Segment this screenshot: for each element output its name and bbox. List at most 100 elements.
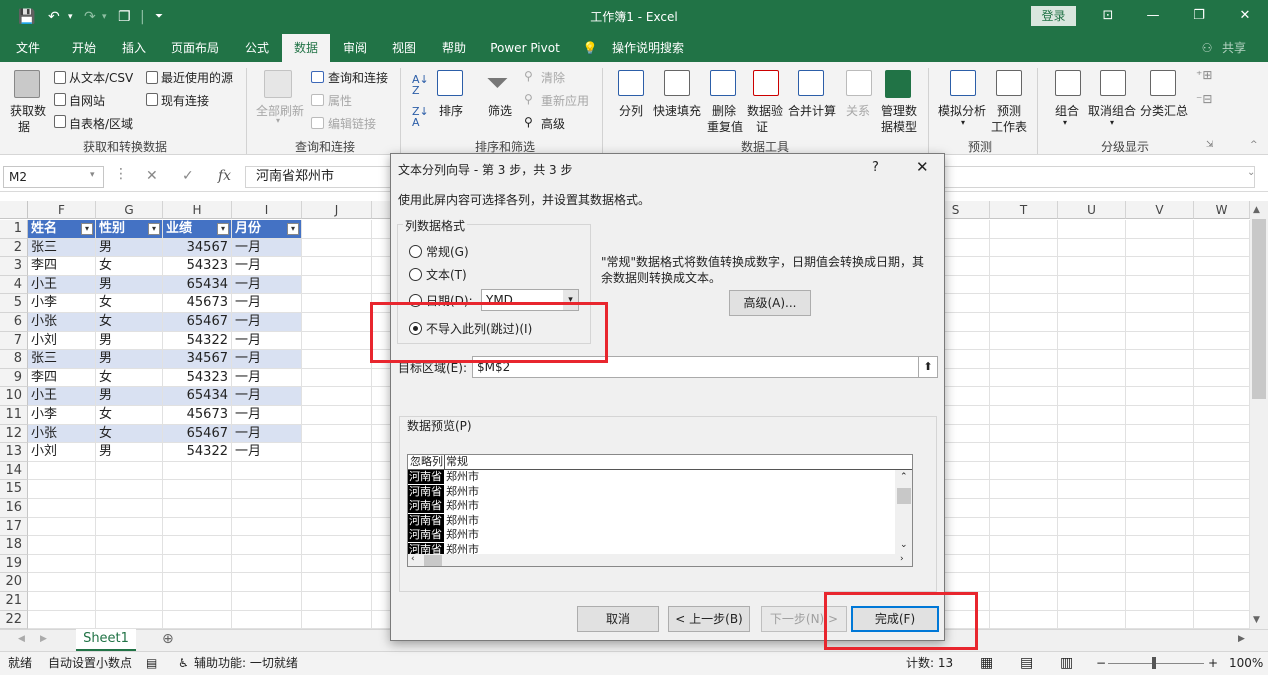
cell[interactable] — [990, 238, 1058, 258]
cell[interactable] — [232, 499, 302, 518]
row-header[interactable]: 8 — [0, 350, 28, 369]
text-to-columns-button[interactable]: 分列 — [619, 102, 643, 119]
save-icon[interactable]: 💾 — [18, 7, 35, 27]
table-cell[interactable]: 李四 — [28, 368, 96, 388]
cell[interactable] — [1194, 406, 1250, 425]
tab-help[interactable]: 帮助 — [434, 34, 474, 62]
cell[interactable] — [1194, 573, 1250, 592]
close-icon[interactable]: ✕ — [1235, 6, 1255, 26]
table-cell[interactable]: 男 — [96, 350, 163, 369]
table-cell[interactable]: 女 — [96, 257, 163, 276]
cell[interactable] — [96, 573, 163, 592]
flash-fill-button[interactable]: 快速填充 — [653, 102, 701, 119]
preview-scroll-right-icon[interactable]: › — [900, 554, 904, 564]
from-text-csv-button[interactable]: 从文本/CSV — [69, 69, 133, 86]
column-header[interactable]: V — [1126, 201, 1194, 219]
table-cell[interactable]: 一月 — [232, 275, 302, 295]
filter-dropdown-icon[interactable]: ▾ — [287, 223, 299, 235]
manage-data-model-button[interactable]: 管理数 — [881, 102, 917, 119]
table-cell[interactable]: 一月 — [232, 350, 302, 369]
cell[interactable] — [1194, 238, 1250, 258]
queries-connections-button[interactable]: 查询和连接 — [328, 69, 388, 86]
table-cell[interactable]: 54323 — [163, 368, 232, 388]
table-cell[interactable]: 小刘 — [28, 331, 96, 351]
redo-dropdown-icon[interactable]: ▾ — [102, 7, 107, 27]
undo-dropdown-icon[interactable]: ▾ — [68, 7, 73, 27]
cell[interactable] — [1194, 368, 1250, 388]
table-cell[interactable]: 小张 — [28, 313, 96, 332]
table-cell[interactable]: 54323 — [163, 257, 232, 276]
cell[interactable] — [1126, 331, 1194, 351]
cell[interactable] — [302, 406, 372, 425]
cell[interactable] — [1126, 461, 1194, 481]
from-table-button[interactable]: 自表格/区域 — [69, 115, 133, 132]
cell[interactable] — [96, 554, 163, 574]
table-cell[interactable]: 张三 — [28, 350, 96, 369]
cell[interactable] — [1126, 350, 1194, 369]
cell[interactable] — [990, 461, 1058, 481]
redo-icon[interactable]: ↷ — [84, 7, 96, 27]
cancel-button[interactable]: 取消 — [577, 606, 659, 632]
tab-home[interactable]: 开始 — [62, 34, 106, 62]
cell[interactable] — [302, 368, 372, 388]
table-cell[interactable]: 李四 — [28, 257, 96, 276]
cell[interactable] — [1058, 313, 1126, 332]
cell[interactable] — [232, 573, 302, 592]
cell[interactable] — [96, 610, 163, 629]
column-header[interactable]: T — [990, 201, 1058, 219]
scroll-up-icon[interactable]: ▲ — [1253, 205, 1260, 215]
cell[interactable] — [990, 554, 1058, 574]
data-validation-button[interactable]: 数据验 — [747, 102, 783, 119]
advanced-button[interactable]: 高级(A)... — [729, 290, 811, 316]
cell[interactable] — [96, 517, 163, 537]
table-cell[interactable]: 女 — [96, 368, 163, 388]
cell[interactable] — [1126, 480, 1194, 499]
cell[interactable] — [163, 480, 232, 499]
cell[interactable] — [1126, 592, 1194, 611]
cell[interactable] — [1058, 573, 1126, 592]
cell[interactable] — [990, 610, 1058, 629]
dialog-close-icon[interactable]: ✕ — [916, 158, 929, 176]
zoom-out-icon[interactable]: − — [1096, 652, 1106, 674]
edit-links-button[interactable]: 编辑链接 — [328, 115, 376, 132]
row-header[interactable]: 2 — [0, 238, 28, 258]
cell[interactable] — [1058, 499, 1126, 518]
advanced-filter-button[interactable]: 高级 — [541, 115, 565, 132]
enter-formula-icon[interactable]: ✓ — [182, 168, 194, 184]
prev-sheet-icon[interactable]: ◀ — [18, 634, 25, 644]
filter-dropdown-icon[interactable]: ▾ — [81, 223, 93, 235]
cell[interactable] — [1194, 554, 1250, 574]
radio-text-label[interactable]: 文本(T) — [426, 266, 467, 283]
cell[interactable] — [990, 368, 1058, 388]
zoom-in-icon[interactable]: + — [1208, 652, 1218, 674]
remove-duplicates-button[interactable]: 删除 — [712, 102, 736, 119]
cell[interactable] — [163, 461, 232, 481]
cell[interactable] — [1058, 517, 1126, 537]
table-cell[interactable]: 一月 — [232, 368, 302, 388]
sort-button[interactable]: 排序 — [439, 102, 463, 119]
get-data-button[interactable]: 获取数 — [10, 102, 46, 119]
cell[interactable] — [990, 275, 1058, 295]
tab-power-pivot[interactable]: Power Pivot — [484, 34, 566, 62]
name-box-dropdown-icon[interactable]: ▾ — [90, 170, 95, 180]
cell[interactable] — [302, 592, 372, 611]
sheet-tab-sheet1[interactable]: Sheet1 — [76, 629, 136, 651]
cell[interactable] — [1194, 220, 1250, 239]
preview-vscroll[interactable]: ⌃ ⌄ — [895, 470, 912, 554]
scroll-down-icon[interactable]: ▼ — [1253, 615, 1260, 625]
row-header[interactable]: 13 — [0, 443, 28, 462]
relationships-button[interactable]: 关系 — [846, 102, 870, 119]
table-cell[interactable]: 小李 — [28, 294, 96, 313]
radio-general[interactable] — [409, 245, 422, 258]
row-header[interactable]: 11 — [0, 406, 28, 425]
cell[interactable] — [302, 443, 372, 462]
cell[interactable] — [1194, 313, 1250, 332]
table-cell[interactable]: 一月 — [232, 313, 302, 332]
cell[interactable] — [302, 610, 372, 629]
recent-sources-button[interactable]: 最近使用的源 — [161, 69, 233, 86]
table-cell[interactable]: 男 — [96, 238, 163, 258]
table-cell[interactable]: 女 — [96, 424, 163, 444]
what-if-button[interactable]: 模拟分析 — [938, 102, 986, 119]
table-cell[interactable]: 一月 — [232, 406, 302, 425]
row-header[interactable]: 20 — [0, 573, 28, 592]
